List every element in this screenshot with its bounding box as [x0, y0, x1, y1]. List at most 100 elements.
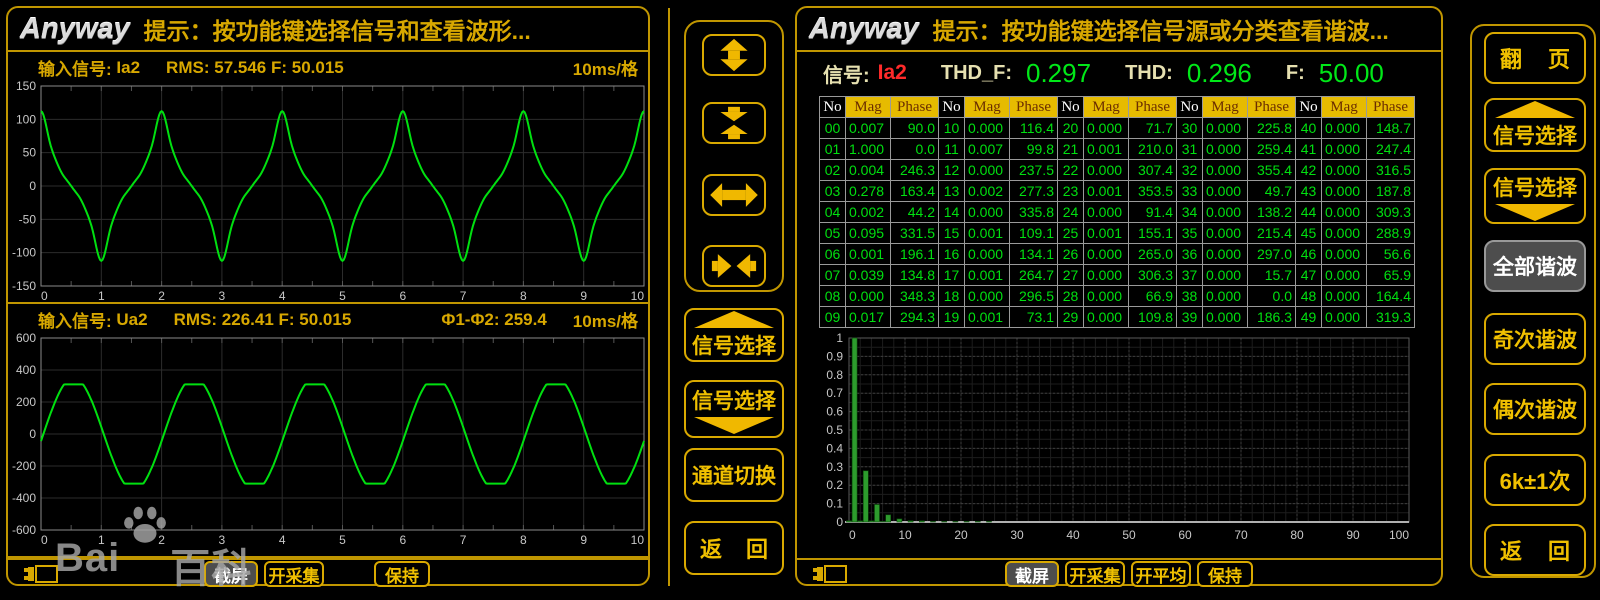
harmonic-mag-cell: 0.001 [1084, 181, 1129, 202]
thd-value: 0.296 [1187, 58, 1252, 89]
back-button-left[interactable]: 返回 [684, 521, 784, 575]
harmonic-no-cell: 00 [820, 118, 846, 139]
power-analyzer-screen: Anyway 提示：按功能键选择信号和查看波形... 输入信号: Ia2 RMS… [0, 0, 1600, 600]
table-header-cell: Mag [1084, 97, 1129, 118]
harmonic-mag-cell: 0.039 [846, 265, 891, 286]
harmonic-mag-cell: 0.002 [965, 181, 1010, 202]
table-header-cell: Mag [1322, 97, 1367, 118]
right-screenshot-button[interactable]: 截屏 [1005, 561, 1059, 587]
svg-text:2: 2 [158, 289, 165, 303]
harmonic-no-cell: 33 [1177, 181, 1203, 202]
svg-text:-50: -50 [19, 212, 37, 226]
table-header-cell: Phase [1248, 97, 1296, 118]
harmonics-signal-select-down-button[interactable]: 信号选择 [1484, 168, 1586, 224]
scale-expand-vertical-button[interactable] [702, 34, 766, 76]
thdf-value: 0.297 [1026, 58, 1091, 89]
left-hold-button[interactable]: 保持 [374, 561, 430, 587]
even-harmonics-button[interactable]: 偶次谐波 [1484, 383, 1586, 435]
harmonic-mag-cell: 0.278 [846, 181, 891, 202]
svg-text:9: 9 [580, 289, 587, 303]
harmonic-mag-cell: 0.000 [1203, 244, 1248, 265]
svg-text:600: 600 [16, 331, 36, 345]
all-harmonics-button[interactable]: 全部谐波 [1484, 240, 1586, 292]
svg-text:90: 90 [1346, 528, 1360, 542]
svg-text:0.3: 0.3 [826, 460, 843, 474]
current-waveform-plot: 150100500-50-100-150012345678910 [8, 78, 650, 304]
svg-text:5: 5 [339, 289, 346, 303]
harmonic-mag-cell: 0.000 [1084, 265, 1129, 286]
triangle-up-icon [1495, 101, 1575, 118]
harmonic-phase-cell: 309.3 [1367, 202, 1415, 223]
signal-summary-row: 信号: Ia2 THD_F: 0.297 THD: 0.296 F: 50.00 [797, 52, 1441, 94]
ch2-freq-value: 50.015 [299, 310, 351, 330]
scale-compress-vertical-button[interactable] [702, 102, 766, 144]
ch2-phase-value: 259.4 [504, 310, 547, 330]
harmonic-phase-cell: 90.0 [891, 118, 939, 139]
scale-expand-horizontal-button[interactable] [702, 174, 766, 216]
svg-text:-400: -400 [12, 491, 36, 505]
svg-text:0: 0 [41, 289, 48, 303]
harmonic-phase-cell: 15.7 [1248, 265, 1296, 286]
svg-text:0: 0 [41, 533, 48, 547]
harmonic-phase-cell: 155.1 [1129, 223, 1177, 244]
sixk-plus-minus-one-button[interactable]: 6k±1次 [1484, 454, 1586, 506]
harmonic-phase-cell: 215.4 [1248, 223, 1296, 244]
signal-select-up-button[interactable]: 信号选择 [684, 308, 784, 362]
harmonic-no-cell: 22 [1058, 160, 1084, 181]
signal-select-down-button[interactable]: 信号选择 [684, 380, 784, 438]
thd-label: THD: [1125, 62, 1173, 85]
ch1-rms-label: RMS: [166, 58, 209, 78]
svg-text:30: 30 [1010, 528, 1024, 542]
table-header-cell: Phase [1010, 97, 1058, 118]
table-row: 040.00244.2140.000335.8240.00091.4340.00… [820, 202, 1415, 223]
harmonic-phase-cell: 277.3 [1010, 181, 1058, 202]
harmonic-no-cell: 24 [1058, 202, 1084, 223]
svg-text:10: 10 [898, 528, 912, 542]
harmonic-mag-cell: 0.001 [1084, 223, 1129, 244]
harmonic-phase-cell: 353.5 [1129, 181, 1177, 202]
harmonic-mag-cell: 0.000 [965, 118, 1010, 139]
svg-text:200: 200 [16, 395, 36, 409]
ch1-label: 输入信号: [38, 55, 112, 80]
svg-text:50: 50 [23, 146, 37, 160]
scale-compress-horizontal-button[interactable] [702, 245, 766, 287]
right-start-acquire-button[interactable]: 开采集 [1065, 561, 1125, 587]
right-panel-header: Anyway 提示：按功能键选择信号源或分类查看谐波... [797, 8, 1441, 52]
page-turn-button[interactable]: 翻页 [1484, 32, 1586, 84]
harmonic-spectrum-chart: 00.10.20.30.40.50.60.70.80.9101020304050… [799, 324, 1443, 554]
harmonic-no-cell: 27 [1058, 265, 1084, 286]
back-button-right[interactable]: 返回 [1484, 524, 1586, 576]
harmonic-no-cell: 43 [1296, 181, 1322, 202]
compress-vertical-icon [708, 106, 760, 140]
harmonic-mag-cell: 0.000 [1084, 286, 1129, 307]
harmonics-signal-select-up-button[interactable]: 信号选择 [1484, 98, 1586, 152]
right-hold-button[interactable]: 保持 [1197, 561, 1253, 587]
baidu-paw-icon [122, 504, 168, 546]
svg-text:80: 80 [1290, 528, 1304, 542]
svg-text:150: 150 [16, 79, 36, 93]
table-header-cell: Mag [846, 97, 891, 118]
harmonic-phase-cell: 307.4 [1129, 160, 1177, 181]
right-average-button[interactable]: 开平均 [1131, 561, 1191, 587]
harmonic-no-cell: 45 [1296, 223, 1322, 244]
odd-harmonics-button[interactable]: 奇次谐波 [1484, 313, 1586, 365]
harmonic-mag-cell: 0.000 [1203, 118, 1248, 139]
left-panel-header: Anyway 提示：按功能键选择信号和查看波形... [8, 8, 648, 52]
expand-horizontal-icon [708, 178, 760, 212]
harmonic-phase-cell: 65.9 [1367, 265, 1415, 286]
table-row: 070.039134.8170.001264.7270.000306.3370.… [820, 265, 1415, 286]
harmonic-mag-cell: 0.000 [1203, 286, 1248, 307]
channel-switch-button[interactable]: 通道切换 [684, 448, 784, 502]
left-start-acquire-button[interactable]: 开采集 [264, 561, 324, 587]
harmonic-phase-cell: 247.4 [1367, 139, 1415, 160]
voltage-waveform-plot: 6004002000-200-400-600012345678910 [8, 330, 650, 554]
harmonic-no-cell: 15 [939, 223, 965, 244]
table-row: 000.00790.0100.000116.4200.00071.7300.00… [820, 118, 1415, 139]
svg-text:0.8: 0.8 [826, 368, 843, 382]
harmonic-phase-cell: 44.2 [891, 202, 939, 223]
svg-text:1: 1 [836, 331, 843, 345]
harmonic-phase-cell: 56.6 [1367, 244, 1415, 265]
svg-text:100: 100 [16, 112, 36, 126]
harmonic-mag-cell: 0.000 [1322, 118, 1367, 139]
harmonic-no-cell: 25 [1058, 223, 1084, 244]
